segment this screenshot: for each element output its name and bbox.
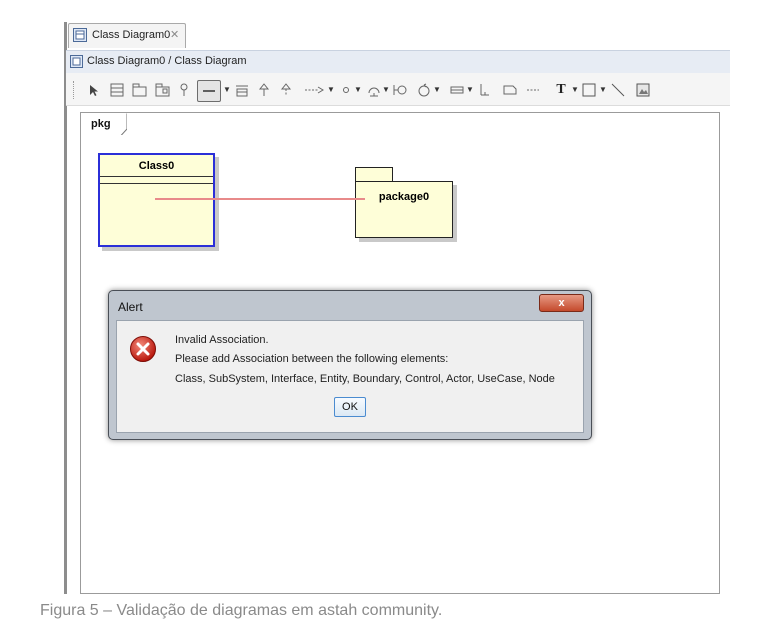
note-anchor-tool-icon[interactable] [338,82,354,98]
control-dropdown-icon[interactable]: ▼ [433,85,441,94]
control-tool-icon[interactable] [416,82,432,98]
class-element[interactable]: Class0 [98,153,215,247]
figure-caption: Figura 5 – Validação de diagramas em ast… [40,602,443,619]
tab-class-diagram0[interactable]: Class Diagram0 ✕ [68,23,186,48]
entity-tool-icon[interactable] [449,82,465,98]
association-class-tool-icon[interactable] [234,82,250,98]
rectangle-tool-icon[interactable] [581,82,597,98]
lifeline-tool-icon[interactable] [476,82,492,98]
provided-interface-dropdown-icon[interactable]: ▼ [382,85,390,94]
image-tool-icon[interactable] [635,82,651,98]
realization-tool-icon[interactable] [278,82,294,98]
text-tool-icon[interactable]: T [553,82,569,98]
alert-message-line3: Class, SubSystem, Interface, Entity, Bou… [175,373,555,385]
ok-button[interactable]: OK [334,397,366,417]
class-attribute-divider [100,176,213,177]
alert-dialog: Alert x Invalid Association. Please add … [108,290,592,440]
provided-interface-tool-icon[interactable] [366,82,382,98]
diagram-toolbar: ▼ ▼ ▼ ▼ ▼ ▼ T ▼ ▼ [66,73,730,106]
alert-body: Invalid Association. Please add Associat… [116,320,584,433]
association-tool-icon[interactable] [197,80,221,102]
select-pointer-icon[interactable] [86,82,102,98]
window-left-border [64,22,67,594]
breadcrumb: Class Diagram0 / Class Diagram [66,50,730,74]
toolbar-grip[interactable] [73,81,76,99]
close-tab-icon[interactable]: ✕ [170,28,179,41]
class-diagram-icon [70,55,83,68]
package-name: package0 [378,191,430,203]
rectangle-dropdown-icon[interactable]: ▼ [599,85,607,94]
class-diagram-icon [73,28,87,42]
note-anchor-dropdown-icon[interactable]: ▼ [354,85,362,94]
generalization-tool-icon[interactable] [256,82,272,98]
close-dialog-button[interactable]: x [539,294,584,312]
line-tool-icon[interactable] [610,82,626,98]
association-line[interactable] [155,198,365,200]
package-element[interactable]: package0 [355,181,453,238]
association-dropdown-icon[interactable]: ▼ [223,85,231,94]
note-line-tool-icon[interactable] [525,82,541,98]
text-dropdown-icon[interactable]: ▼ [571,85,579,94]
diagram-frame-label: pkg [91,118,111,130]
error-icon [130,336,156,362]
dependency-tool-icon[interactable] [303,82,325,98]
alert-message-line2: Please add Association between the follo… [175,353,449,365]
class-tool-icon[interactable] [109,82,125,98]
boundary-tool-icon[interactable] [392,82,408,98]
package-tool-icon[interactable] [131,82,147,98]
alert-message-line1: Invalid Association. [175,334,269,346]
subsystem-tool-icon[interactable] [154,82,170,98]
alert-title: Alert [118,300,143,314]
tab-label: Class Diagram0 [92,29,171,41]
breadcrumb-path: Class Diagram0 / Class Diagram [87,55,247,67]
class-name: Class0 [138,160,175,172]
package-tab [355,167,393,181]
interface-tool-icon[interactable] [176,82,192,98]
dependency-dropdown-icon[interactable]: ▼ [327,85,335,94]
class-operation-divider [100,183,213,184]
note-tool-icon[interactable] [502,82,518,98]
entity-dropdown-icon[interactable]: ▼ [466,85,474,94]
